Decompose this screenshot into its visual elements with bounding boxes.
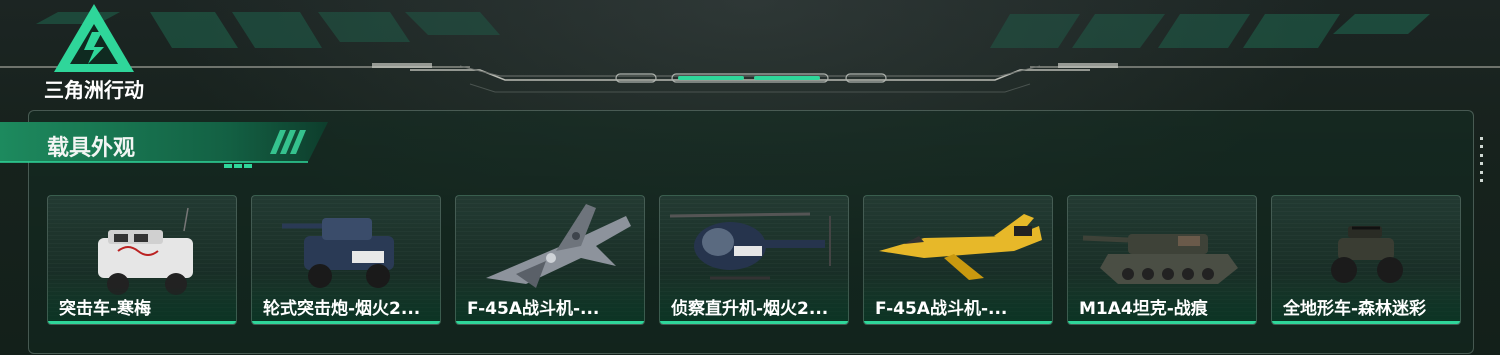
vehicle-card[interactable]: 轮式突击炮-烟火2...	[251, 195, 441, 325]
vehicle-card-label: 突击车-寒梅	[59, 299, 152, 319]
scroll-indicator	[1480, 137, 1484, 182]
card-accent-bar	[48, 321, 236, 324]
header-bar	[0, 0, 1500, 100]
vehicle-card-label: M1A4坦克-战痕	[1079, 299, 1208, 319]
helicopter-icon	[669, 212, 831, 280]
card-accent-bar	[456, 321, 644, 324]
vehicle-card-label: F-45A战斗机-...	[875, 299, 1008, 319]
fighter-jet-camo-icon	[486, 204, 631, 288]
vehicle-card[interactable]: F-45A战斗机-...	[863, 195, 1053, 325]
vehicle-card[interactable]: F-45A战斗机-...	[455, 195, 645, 325]
brand-logo-text: 三角洲行动	[44, 78, 144, 102]
vehicle-card-label: 轮式突击炮-烟火2...	[263, 299, 421, 319]
card-accent-bar	[1272, 321, 1460, 324]
atv-icon	[1331, 226, 1403, 283]
card-accent-bar	[252, 321, 440, 324]
fighter-jet-yellow-icon	[879, 214, 1042, 280]
section-title: 载具外观	[47, 136, 136, 161]
tank-icon	[1082, 234, 1238, 284]
vehicle-card[interactable]: M1A4坦克-战痕	[1067, 195, 1257, 325]
card-accent-bar	[864, 321, 1052, 324]
armored-car-icon	[98, 207, 193, 295]
vehicle-card[interactable]: 侦察直升机-烟火2...	[659, 195, 849, 325]
vehicle-card-list: 突击车-寒梅 轮式突击炮-烟火2... F-45A战斗机-... 侦察直升机-烟…	[47, 195, 1461, 325]
vehicle-card-label: 侦察直升机-烟火2...	[671, 299, 829, 319]
vehicle-card-label: 全地形车-森林迷彩	[1283, 299, 1427, 319]
vehicle-card-label: F-45A战斗机-...	[467, 299, 600, 319]
wheeled-assault-gun-icon	[282, 218, 394, 288]
vehicle-card[interactable]: 全地形车-森林迷彩	[1271, 195, 1461, 325]
card-accent-bar	[1068, 321, 1256, 324]
vehicle-card[interactable]: 突击车-寒梅	[47, 195, 237, 325]
card-accent-bar	[660, 321, 848, 324]
